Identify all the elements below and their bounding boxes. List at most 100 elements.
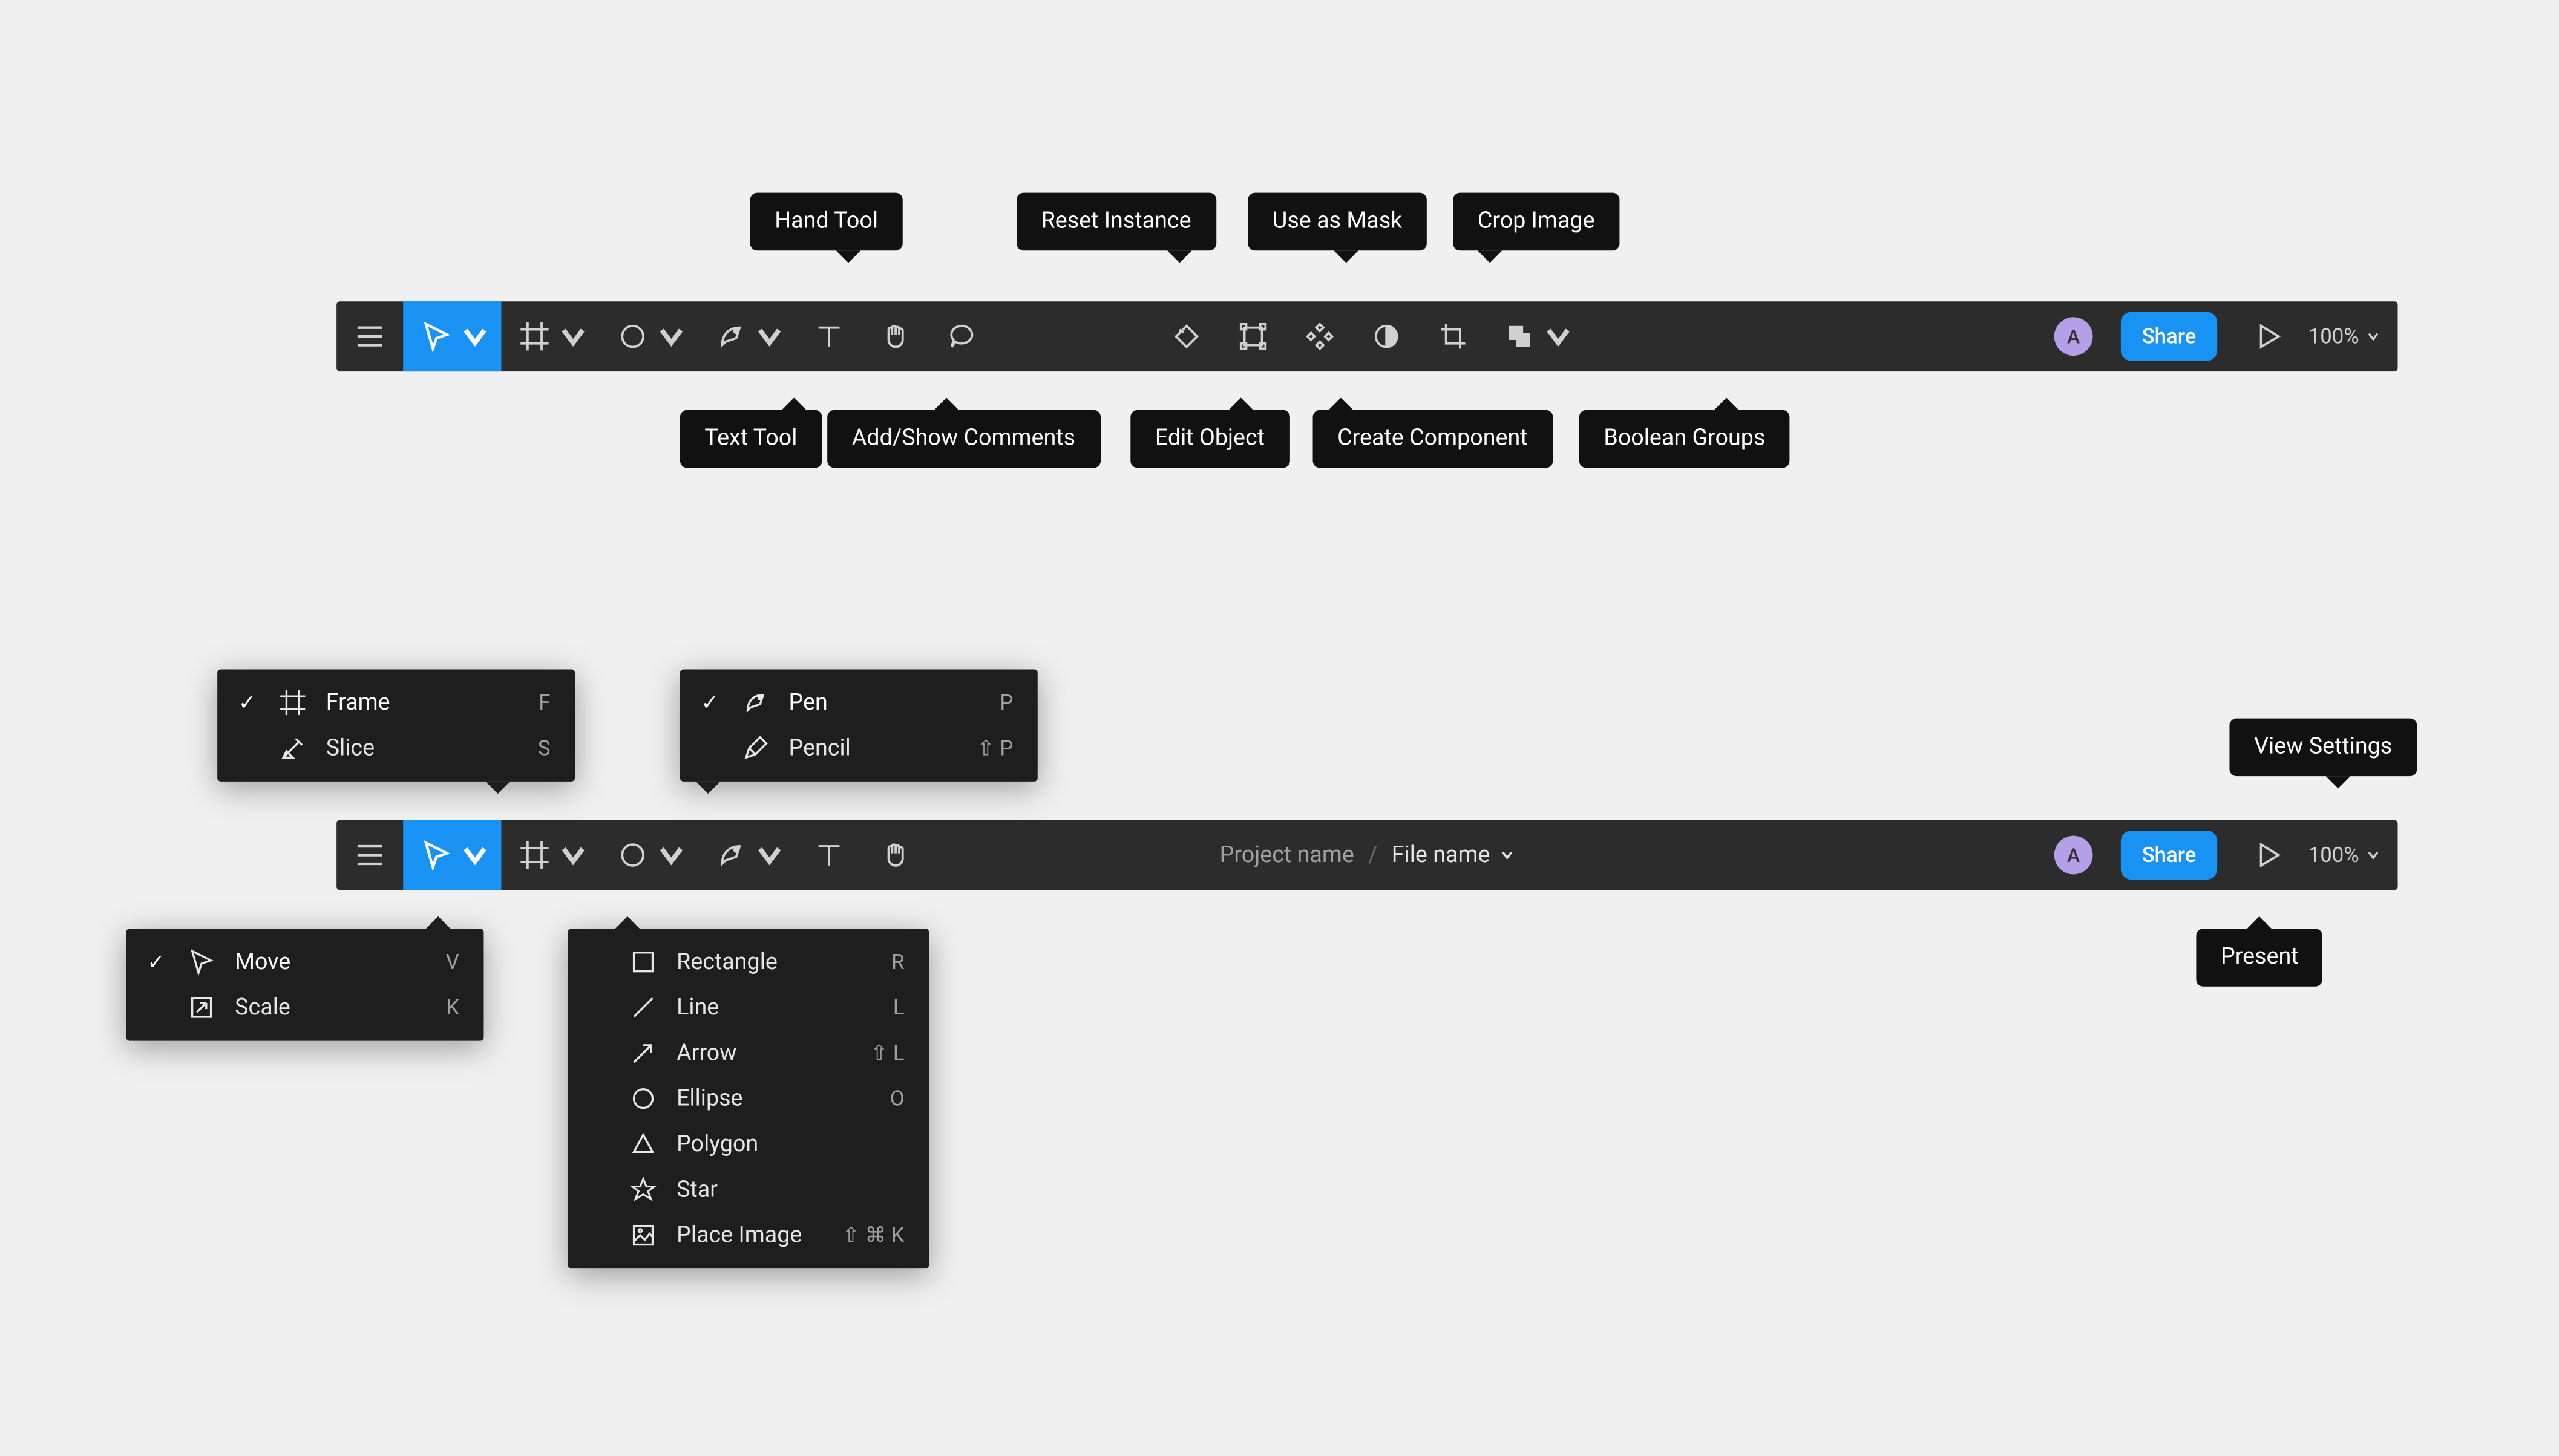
menu-item-label: Arrow xyxy=(677,1040,837,1066)
check-icon: ✓ xyxy=(698,690,722,715)
present-button[interactable] xyxy=(2235,820,2301,890)
move-menu: ✓ Move V Scale K xyxy=(126,929,484,1040)
breadcrumb-file-label: File name xyxy=(1392,842,1490,868)
tooltip-mask: Use as Mask xyxy=(1248,193,1426,251)
menu-item-shortcut: S xyxy=(501,736,550,761)
tooltip-text: Text Tool xyxy=(680,410,822,468)
frame-icon xyxy=(277,688,309,716)
pen-menu-item-pencil[interactable]: Pencil ⇧ P xyxy=(680,725,1038,771)
menu-item-label: Pencil xyxy=(788,735,946,761)
pencil-icon xyxy=(739,734,771,762)
menu-item-label: Frame xyxy=(326,690,484,716)
image-icon xyxy=(627,1221,659,1249)
shape-menu-item-rectangle[interactable]: Rectangle R xyxy=(568,939,929,985)
check-icon: ✓ xyxy=(144,950,169,974)
hand-tool-button[interactable] xyxy=(862,820,929,890)
menu-item-shortcut: V xyxy=(410,950,459,974)
zoom-dropdown[interactable]: 100% xyxy=(2301,843,2397,867)
scale-icon xyxy=(186,993,217,1021)
polygon-icon xyxy=(627,1130,659,1158)
tooltip-present: Present xyxy=(2196,929,2323,987)
tooltip-crop: Crop Image xyxy=(1453,193,1619,251)
breadcrumb: Project name / File name xyxy=(1220,842,1515,868)
pen-tool-button[interactable] xyxy=(698,301,796,371)
share-button[interactable]: Share xyxy=(2121,312,2217,361)
ellipse-icon xyxy=(627,1085,659,1112)
tooltip-boolean: Boolean Groups xyxy=(1579,410,1790,468)
star-icon xyxy=(627,1176,659,1204)
mask-button[interactable] xyxy=(1353,301,1420,371)
crop-button[interactable] xyxy=(1420,301,1486,371)
arrow-icon xyxy=(627,1039,659,1067)
menu-item-shortcut: P xyxy=(964,690,1013,715)
menu-item-label: Scale xyxy=(235,994,393,1020)
menu-item-shortcut: ⇧ P xyxy=(964,736,1013,761)
pen-menu: ✓ Pen P Pencil ⇧ P xyxy=(680,669,1038,781)
avatar-button[interactable]: A xyxy=(2043,820,2103,890)
menu-item-shortcut: O xyxy=(856,1086,905,1111)
present-button[interactable] xyxy=(2235,301,2301,371)
tooltip-edit: Edit Object xyxy=(1130,410,1289,468)
line-icon xyxy=(627,993,659,1021)
tooltip-view-settings: View Settings xyxy=(2229,719,2416,777)
move-tool-button[interactable] xyxy=(403,301,501,371)
menu-item-label: Rectangle xyxy=(677,948,837,974)
breadcrumb-separator: / xyxy=(1368,842,1378,868)
frame-menu: ✓FrameFSliceS xyxy=(217,669,575,781)
avatar-button[interactable]: A xyxy=(2043,301,2103,371)
toolbar-file: Project name / File name A Share 100% xyxy=(336,820,2397,890)
shape-menu-item-star[interactable]: Star xyxy=(568,1167,929,1212)
tooltip-component: Create Component xyxy=(1313,410,1553,468)
pen-menu-item-pen[interactable]: ✓ Pen P xyxy=(680,680,1038,725)
edit-object-button[interactable] xyxy=(1220,301,1286,371)
frame-menu-item-slice[interactable]: Slice S xyxy=(217,725,575,771)
menu-button[interactable] xyxy=(336,301,403,371)
shape-tool-button[interactable] xyxy=(600,301,698,371)
move-tool-button[interactable] xyxy=(403,820,501,890)
tooltip-reset: Reset Instance xyxy=(1017,193,1216,251)
tooltip-hand: Hand Tool xyxy=(750,193,903,251)
menu-item-shortcut: K xyxy=(410,995,459,1020)
text-tool-button[interactable] xyxy=(796,820,862,890)
shape-tool-button[interactable] xyxy=(600,820,698,890)
menu-item-shortcut: R xyxy=(856,950,905,974)
rect-icon xyxy=(627,948,659,976)
create-component-button[interactable] xyxy=(1286,301,1353,371)
menu-item-label: Star xyxy=(677,1177,837,1203)
shape-menu-item-place-image[interactable]: Place Image⇧ ⌘ K xyxy=(568,1212,929,1258)
breadcrumb-file[interactable]: File name xyxy=(1392,842,1515,868)
shape-menu-item-polygon[interactable]: Polygon xyxy=(568,1121,929,1167)
avatar-icon: A xyxy=(2054,317,2093,356)
frame-tool-button[interactable] xyxy=(501,820,599,890)
zoom-label: 100% xyxy=(2308,324,2359,349)
menu-item-label: Move xyxy=(235,948,393,974)
shape-menu-item-arrow[interactable]: Arrow⇧ L xyxy=(568,1030,929,1076)
breadcrumb-project[interactable]: Project name xyxy=(1220,842,1354,868)
comment-tool-button[interactable] xyxy=(929,301,995,371)
check-icon: ✓ xyxy=(235,690,260,715)
avatar-icon: A xyxy=(2054,836,2093,875)
frame-tool-button[interactable] xyxy=(501,301,599,371)
menu-item-shortcut: L xyxy=(856,995,905,1020)
frame-menu-item-frame[interactable]: ✓FrameF xyxy=(217,680,575,725)
pen-icon xyxy=(739,688,771,716)
shape-menu-item-line[interactable]: LineL xyxy=(568,985,929,1030)
move-menu-item-move[interactable]: ✓ Move V xyxy=(126,939,484,985)
shape-menu-item-ellipse[interactable]: EllipseO xyxy=(568,1076,929,1121)
zoom-label: 100% xyxy=(2308,843,2359,867)
cursor-icon xyxy=(186,948,217,976)
hand-tool-button[interactable] xyxy=(862,301,929,371)
menu-item-label: Polygon xyxy=(677,1131,837,1157)
menu-item-label: Pen xyxy=(788,690,946,716)
shape-menu: Rectangle R LineLArrow⇧ LEllipseO Polygon St… xyxy=(568,929,929,1268)
share-button[interactable]: Share xyxy=(2121,831,2217,880)
zoom-dropdown[interactable]: 100% xyxy=(2301,324,2397,349)
reset-instance-button[interactable] xyxy=(1153,301,1220,371)
menu-item-label: Place Image xyxy=(677,1222,825,1248)
move-menu-item-scale[interactable]: Scale K xyxy=(126,985,484,1030)
menu-button[interactable] xyxy=(336,820,403,890)
menu-item-label: Slice xyxy=(326,735,484,761)
pen-tool-button[interactable] xyxy=(698,820,796,890)
boolean-button[interactable] xyxy=(1486,301,1584,371)
text-tool-button[interactable] xyxy=(796,301,862,371)
